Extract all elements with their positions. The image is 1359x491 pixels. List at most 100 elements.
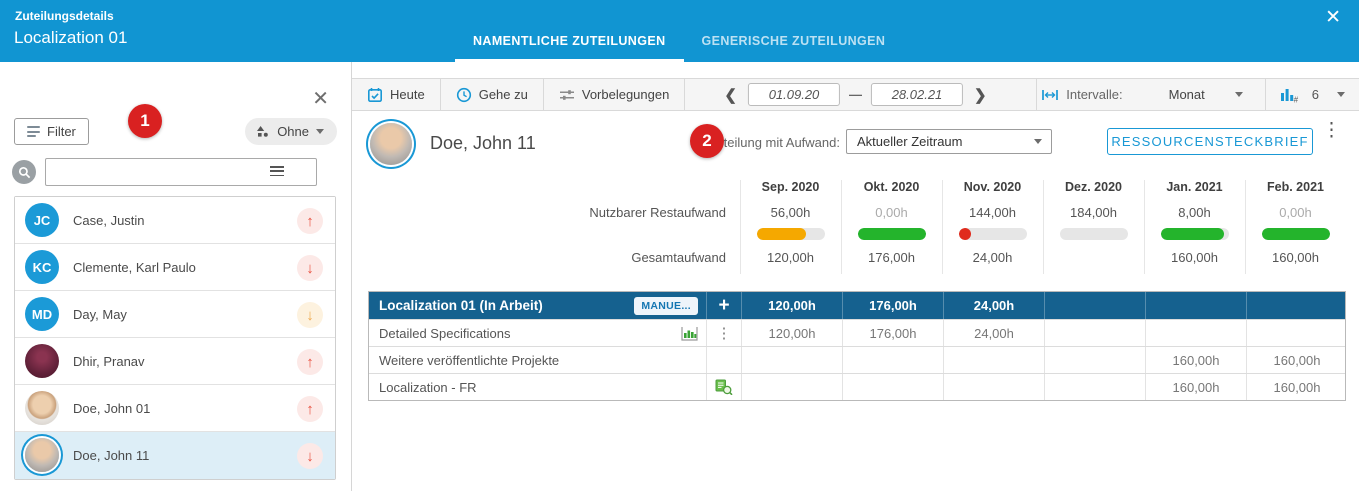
more-options-icon[interactable]: ⋮ — [1322, 125, 1338, 136]
heute-button[interactable]: Heute — [352, 79, 440, 110]
capacity-bar — [1262, 228, 1330, 240]
gehe-zu-label: Gehe zu — [479, 87, 528, 102]
list-item-dhir-pranav[interactable]: Dhir, Pranav ↑ — [15, 338, 335, 385]
list-item-clemente-karl-paulo[interactable]: KC Clemente, Karl Paulo ↓ — [15, 244, 335, 291]
sidebar-close-icon[interactable]: ✕ — [312, 86, 329, 111]
intervalle-label: Intervalle: — [1066, 87, 1122, 102]
tab-namentliche-zuteilungen[interactable]: NAMENTLICHE ZUTEILUNGEN — [455, 34, 684, 62]
work-item-hours[interactable] — [741, 347, 842, 373]
restaufwand-value: 0,00h — [1245, 205, 1346, 220]
intervalle-dropdown[interactable]: Intervalle: Monat — [1037, 79, 1265, 110]
gehe-zu-button[interactable]: Gehe zu — [441, 79, 543, 110]
zeitraum-select-value: Aktueller Zeitraum — [857, 134, 962, 149]
avatar: JC — [25, 203, 59, 237]
date-from-input[interactable] — [748, 83, 840, 106]
month-header: Nov. 2020 — [942, 180, 1043, 194]
overload-arrow-icon: ↑ — [297, 208, 323, 234]
zeitraum-select[interactable]: Aktueller Zeitraum — [846, 129, 1052, 154]
next-period-icon[interactable]: ❯ — [972, 86, 989, 104]
published-search-icon[interactable] — [706, 374, 741, 400]
toolbar-divider — [684, 79, 685, 110]
work-item-hours[interactable] — [741, 374, 842, 400]
project-month-value: 120,00h — [741, 292, 842, 319]
capacity-summary-grid: Sep. 2020 Okt. 2020 Nov. 2020 Dez. 2020 … — [352, 178, 1359, 274]
work-item-hours[interactable] — [1044, 347, 1145, 373]
work-item-hours[interactable]: 24,00h — [943, 320, 1044, 346]
search-icon[interactable] — [12, 160, 36, 184]
capacity-bar — [959, 228, 1027, 240]
work-item-hours[interactable] — [1246, 320, 1347, 346]
work-item-hours[interactable] — [842, 374, 943, 400]
people-list: JC Case, Justin ↑ KC Clemente, Karl Paul… — [14, 196, 336, 480]
header-tabs: NAMENTLICHE ZUTEILUNGEN GENERISCHE ZUTEI… — [455, 0, 903, 62]
list-item-day-may[interactable]: MD Day, May ↓ — [15, 291, 335, 338]
row-icon-slot — [706, 347, 741, 373]
date-to-input[interactable] — [871, 83, 963, 106]
date-range-dash: — — [849, 87, 862, 102]
work-item-hours[interactable] — [943, 374, 1044, 400]
sliders-icon — [559, 87, 575, 103]
person-name: Doe, John 01 — [73, 401, 150, 416]
work-item-hours[interactable]: 160,00h — [1145, 347, 1246, 373]
work-item-hours[interactable]: 176,00h — [842, 320, 943, 346]
vorbelegungen-button[interactable]: Vorbelegungen — [544, 79, 684, 110]
overload-arrow-icon: ↓ — [297, 302, 323, 328]
project-month-value — [1145, 292, 1246, 319]
month-header: Dez. 2020 — [1043, 180, 1144, 194]
dialog-title: Localization 01 — [14, 28, 127, 48]
work-item-hours[interactable] — [1145, 320, 1246, 346]
list-item-case-justin[interactable]: JC Case, Justin ↑ — [15, 197, 335, 244]
chevron-down-icon — [1235, 92, 1243, 97]
dialog-header: Zuteilungsdetails Localization 01 NAMENT… — [0, 0, 1359, 62]
list-item-doe-john-01[interactable]: Doe, John 01 ↑ — [15, 385, 335, 432]
table-row-weitere-projekte[interactable]: Weitere veröffentlichte Projekte 160,00h… — [369, 346, 1345, 373]
dialog-subtitle: Zuteilungsdetails — [15, 9, 114, 23]
work-item-hours[interactable] — [943, 347, 1044, 373]
overload-arrow-icon: ↓ — [297, 255, 323, 281]
gesamtaufwand-value: 24,00h — [942, 250, 1043, 265]
table-row-detailed-specifications[interactable]: Detailed Specifications ⋮ 120,00h 176,00… — [369, 319, 1345, 346]
row-more-options-icon[interactable]: ⋮ — [706, 320, 741, 346]
svg-text:#: # — [1293, 95, 1298, 103]
ressourcensteckbrief-button[interactable]: RESSOURCENSTECKBRIEF — [1107, 128, 1313, 155]
gesamtaufwand-value: 120,00h — [740, 250, 841, 265]
prev-period-icon[interactable]: ❮ — [722, 86, 739, 104]
gesamtaufwand-row-label: Gesamtaufwand — [352, 250, 738, 265]
work-item-hours[interactable] — [1044, 320, 1145, 346]
work-item-hours[interactable]: 160,00h — [1246, 374, 1347, 400]
close-icon[interactable]: ✕ — [1325, 8, 1341, 28]
project-header-row: Localization 01 (In Arbeit) MANUE... + 1… — [369, 292, 1345, 319]
search-row — [12, 158, 338, 186]
histogram-icon[interactable] — [681, 326, 698, 341]
bar-chart-count-icon: # — [1280, 87, 1300, 103]
restaufwand-value: 144,00h — [942, 205, 1043, 220]
restaufwand-row-label: Nutzbarer Restaufwand — [352, 205, 738, 220]
overload-arrow-icon: ↓ — [297, 443, 323, 469]
table-row-localization-fr[interactable]: Localization - FR 160,00h 160,00h — [369, 373, 1345, 400]
restaufwand-value: 56,00h — [740, 205, 841, 220]
group-by-dropdown[interactable]: Ohne — [245, 118, 337, 145]
work-item-hours[interactable]: 160,00h — [1246, 347, 1347, 373]
person-name: Day, May — [73, 307, 127, 322]
restaufwand-value: 184,00h — [1043, 205, 1144, 220]
work-item-hours[interactable]: 120,00h — [741, 320, 842, 346]
project-month-value: 176,00h — [842, 292, 943, 319]
capacity-bar — [858, 228, 926, 240]
annotation-badge-2: 2 — [690, 124, 724, 158]
capacity-bar — [1161, 228, 1229, 240]
month-header: Okt. 2020 — [841, 180, 942, 194]
person-name: Clemente, Karl Paulo — [73, 260, 196, 275]
add-work-item-button[interactable]: + — [706, 292, 741, 319]
work-item-hours[interactable] — [842, 347, 943, 373]
work-item-hours[interactable] — [1044, 374, 1145, 400]
work-item-hours[interactable]: 160,00h — [1145, 374, 1246, 400]
tab-generische-zuteilungen[interactable]: GENERISCHE ZUTEILUNGEN — [684, 34, 904, 62]
list-item-doe-john-11[interactable]: Doe, John 11 ↓ — [15, 432, 335, 479]
zuteilung-mit-aufwand-label: Zuteilung mit Aufwand: — [652, 135, 840, 150]
overload-arrow-icon: ↑ — [297, 349, 323, 375]
interval-count-dropdown[interactable]: # 6 — [1265, 79, 1359, 110]
manuell-badge[interactable]: MANUE... — [634, 297, 698, 315]
search-options-icon[interactable] — [270, 166, 284, 176]
avatar — [25, 438, 59, 472]
filter-button[interactable]: Filter — [14, 118, 89, 145]
